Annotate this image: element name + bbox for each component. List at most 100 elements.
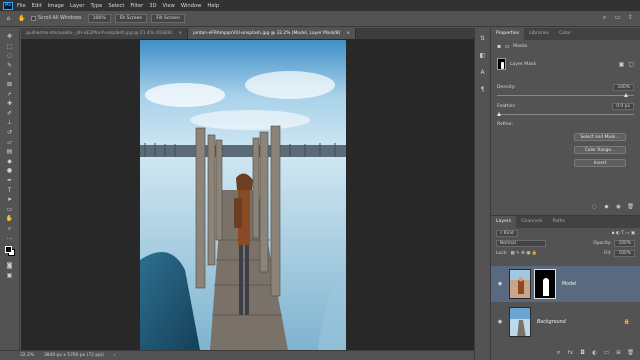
new-group-icon[interactable]: ▭ (603, 350, 610, 357)
pen-tool-icon[interactable]: ✒ (4, 176, 16, 186)
screen-mode-icon[interactable]: ▣ (4, 271, 16, 281)
canvas-area[interactable] (21, 39, 474, 350)
eye-icon[interactable]: ◉ (495, 319, 505, 325)
blend-mode-select[interactable]: Normal (496, 239, 546, 247)
density-field[interactable]: 100% (613, 84, 634, 91)
path-selection-tool-icon[interactable]: ➤ (4, 195, 16, 205)
apply-mask-icon[interactable]: ◆ (603, 204, 610, 211)
feather-field[interactable]: 0.0 px (612, 103, 634, 110)
tab-layers[interactable]: Layers (491, 216, 517, 228)
select-pixel-mask-icon[interactable]: ▣ (619, 61, 625, 68)
layer-background[interactable]: ◉ Background 🔒 (491, 304, 640, 340)
document-image[interactable] (140, 40, 346, 350)
move-tool-icon[interactable]: ✥ (4, 32, 16, 42)
blur-tool-icon[interactable]: ◆ (4, 157, 16, 167)
lasso-tool-icon[interactable]: ◌ (4, 51, 16, 61)
document-tab-guilherme[interactable]: guilherme-stecanella-_dH-oE2Pha-Y-unspla… (21, 28, 189, 39)
pixel-mask-icon[interactable]: ▪ (497, 43, 501, 50)
fit-screen-button[interactable]: Fit Screen (114, 14, 148, 23)
new-layer-icon[interactable]: ⊞ (615, 350, 622, 357)
fill-field[interactable]: 100% (614, 249, 635, 257)
tab-paths[interactable]: Paths (547, 216, 570, 228)
history-brush-tool-icon[interactable]: ↺ (4, 128, 16, 138)
marquee-tool-icon[interactable]: ⬚ (4, 42, 16, 52)
close-icon[interactable]: × (346, 28, 350, 39)
healing-brush-tool-icon[interactable]: ✚ (4, 99, 16, 109)
delete-layer-icon[interactable]: 🗑 (627, 350, 634, 357)
layer-name[interactable]: Background (537, 320, 566, 325)
document-tab-jordan[interactable]: jordan-eFRAmpqnVIU-unsplash.jpg @ 32.2% … (188, 28, 357, 39)
search-icon[interactable]: ⌕ (601, 14, 608, 21)
menu-select[interactable]: Select (108, 3, 124, 9)
color-swatches[interactable] (4, 245, 16, 257)
load-selection-icon[interactable]: ◌ (591, 204, 598, 211)
tab-channels[interactable]: Channels (516, 216, 547, 228)
rectangle-tool-icon[interactable]: ▭ (4, 205, 16, 215)
eye-icon[interactable]: ◉ (495, 281, 505, 287)
hand-tool-icon[interactable]: ✋ (4, 214, 16, 224)
lock-icons[interactable]: ▦ ✎ ✥ ▣ 🔒 (511, 251, 538, 256)
feather-slider-knob[interactable] (497, 112, 501, 116)
zoom-100-button[interactable]: 100% (87, 14, 111, 23)
tab-properties[interactable]: Properties (491, 28, 525, 40)
clone-stamp-tool-icon[interactable]: ⊥ (4, 118, 16, 128)
vector-mask-icon[interactable]: ▫ (505, 43, 509, 50)
visibility-icon[interactable]: ◉ (615, 204, 622, 211)
filter-kind-select[interactable]: ⌕ Kind (496, 229, 518, 237)
color-range-button[interactable]: Color Range... (574, 146, 626, 154)
filter-icons[interactable]: ▪ ◐ T ▭ ▣ (612, 231, 635, 236)
dodge-tool-icon[interactable]: ● (4, 166, 16, 176)
density-slider[interactable] (497, 93, 634, 97)
menu-window[interactable]: Window (181, 3, 201, 9)
foreground-color[interactable] (4, 246, 12, 254)
delete-icon[interactable]: 🗑 (627, 204, 634, 211)
quick-mask-icon[interactable]: ◙ (4, 261, 16, 271)
brush-tool-icon[interactable]: ✐ (4, 109, 16, 119)
eraser-tool-icon[interactable]: ▱ (4, 138, 16, 148)
more-tools-icon[interactable]: … (4, 233, 16, 243)
share-icon[interactable]: ⇪ (627, 14, 634, 21)
gradient-tool-icon[interactable]: ▤ (4, 147, 16, 157)
select-and-mask-button[interactable]: Select and Mask... (574, 133, 626, 141)
menu-image[interactable]: Image (48, 3, 64, 9)
menu-layer[interactable]: Layer (70, 3, 84, 9)
zoom-tool-icon[interactable]: ⌕ (4, 224, 16, 234)
menu-help[interactable]: Help (207, 3, 219, 9)
invert-button[interactable]: Invert (574, 159, 626, 167)
photoshop-logo[interactable]: Ps (3, 1, 13, 10)
scroll-all-windows-checkbox[interactable] (31, 16, 36, 21)
close-icon[interactable]: × (178, 28, 182, 39)
adjustments-panel-icon[interactable]: ◧ (478, 51, 487, 60)
add-vector-mask-icon[interactable]: ▢ (628, 61, 634, 68)
opacity-field[interactable]: 100% (614, 239, 635, 247)
add-mask-icon[interactable]: ◘ (579, 350, 586, 357)
paragraph-panel-icon[interactable]: ¶ (478, 85, 487, 94)
workspace-icon[interactable]: ▭ (614, 14, 621, 21)
character-panel-icon[interactable]: A (478, 68, 487, 77)
status-menu-icon[interactable]: › (114, 353, 116, 358)
menu-view[interactable]: View (163, 3, 175, 9)
frame-tool-icon[interactable]: ⊠ (4, 80, 16, 90)
eyedropper-tool-icon[interactable]: ⌿ (4, 90, 16, 100)
zoom-level[interactable]: 32.2% (20, 353, 34, 358)
menu-file[interactable]: File (17, 3, 26, 9)
layer-mask-thumbnail[interactable] (534, 269, 556, 299)
density-slider-knob[interactable] (624, 93, 628, 97)
tab-libraries[interactable]: Libraries (524, 28, 554, 40)
crop-tool-icon[interactable]: ⌗ (4, 70, 16, 80)
type-tool-icon[interactable]: T (4, 186, 16, 196)
menu-3d[interactable]: 3D (149, 3, 156, 9)
quick-select-tool-icon[interactable]: ✎ (4, 61, 16, 71)
layer-name[interactable]: Model (562, 282, 576, 287)
menu-type[interactable]: Type (90, 3, 102, 9)
fill-screen-button[interactable]: Fill Screen (151, 14, 185, 23)
history-panel-icon[interactable]: ⇅ (478, 34, 487, 43)
link-layers-icon[interactable]: ∞ (555, 350, 562, 357)
feather-slider[interactable] (497, 112, 634, 116)
tab-color[interactable]: Color (554, 28, 576, 40)
menu-filter[interactable]: Filter (130, 3, 143, 9)
menu-edit[interactable]: Edit (32, 3, 42, 9)
home-icon[interactable]: ⌂ (5, 15, 12, 22)
layer-model[interactable]: ◉ Model (491, 266, 640, 302)
fx-icon[interactable]: fx (567, 350, 574, 357)
